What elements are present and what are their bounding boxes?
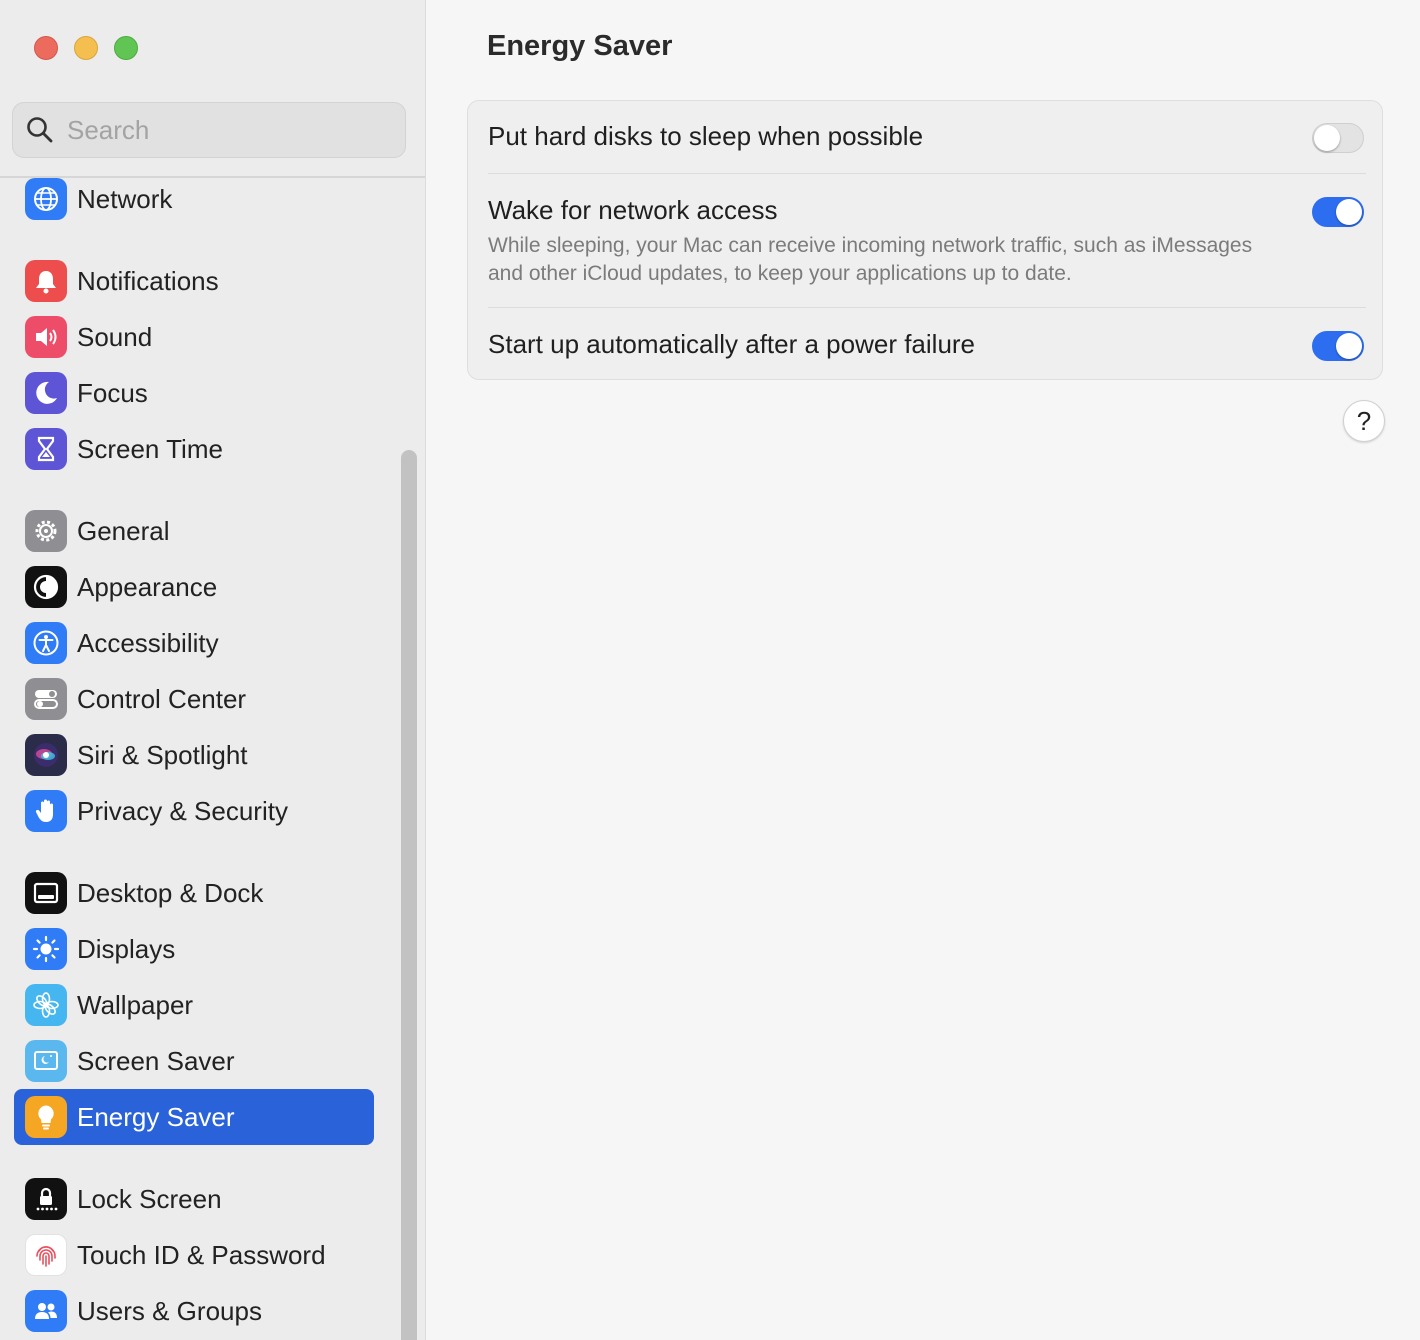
sidebar: Network Notifications Sound Focus Screen — [0, 0, 426, 1340]
sidebar-item-energy-saver[interactable]: Energy Saver — [14, 1089, 374, 1145]
auto-startup-toggle[interactable] — [1312, 331, 1364, 361]
sidebar-item-label: Wallpaper — [77, 989, 194, 1020]
hand-icon — [25, 790, 67, 832]
users-icon — [25, 1290, 67, 1332]
page-title: Energy Saver — [487, 30, 673, 62]
sidebar-item-label: Sound — [77, 321, 153, 352]
minimize-window-button[interactable] — [74, 36, 98, 60]
sidebar-item-users-groups[interactable]: Users & Groups — [14, 1283, 374, 1339]
toggle-knob — [1336, 199, 1362, 225]
search-input[interactable] — [67, 114, 367, 146]
screen-saver-icon — [25, 1040, 67, 1082]
flower-icon — [25, 984, 67, 1026]
switches-icon — [25, 678, 67, 720]
network-globe-icon — [25, 178, 67, 220]
sidebar-item-label: Energy Saver — [77, 1101, 235, 1132]
sidebar-item-appearance[interactable]: Appearance — [14, 559, 374, 615]
hard-disk-sleep-toggle[interactable] — [1312, 123, 1364, 153]
settings-panel: Put hard disks to sleep when possible Wa… — [467, 100, 1383, 380]
appearance-icon — [25, 566, 67, 608]
sidebar-item-focus[interactable]: Focus — [14, 365, 374, 421]
setting-description: While sleeping, your Mac can receive inc… — [488, 234, 1253, 285]
sidebar-item-label: Displays — [77, 933, 176, 964]
fingerprint-icon — [25, 1234, 67, 1276]
row-divider — [488, 307, 1366, 308]
sidebar-item-label: Appearance — [77, 571, 218, 602]
sidebar-item-label: General — [77, 515, 170, 546]
sidebar-item-wallpaper[interactable]: Wallpaper — [14, 977, 374, 1033]
setting-row-wake-network: Wake for network access While sleeping, … — [488, 195, 1364, 295]
sidebar-item-screen-saver[interactable]: Screen Saver — [14, 1033, 374, 1089]
sidebar-item-desktop-dock[interactable]: Desktop & Dock — [14, 865, 374, 921]
setting-label: Start up automatically after a power fai… — [488, 329, 976, 359]
moon-icon — [25, 372, 67, 414]
sidebar-item-touch-id-password[interactable]: Touch ID & Password — [14, 1227, 374, 1283]
help-button[interactable]: ? — [1343, 400, 1385, 442]
hourglass-icon — [25, 428, 67, 470]
sidebar-item-label: Accessibility — [77, 627, 219, 658]
sidebar-item-siri-spotlight[interactable]: Siri & Spotlight — [14, 727, 374, 783]
sidebar-item-label: Screen Saver — [77, 1045, 235, 1076]
sidebar-item-general[interactable]: General — [14, 503, 374, 559]
sidebar-item-label: Focus — [77, 377, 148, 408]
setting-label: Put hard disks to sleep when possible — [488, 121, 924, 151]
sidebar-item-label: Touch ID & Password — [77, 1239, 326, 1270]
gear-icon — [25, 510, 67, 552]
sun-icon — [25, 928, 67, 970]
siri-icon — [25, 734, 67, 776]
close-window-button[interactable] — [34, 36, 58, 60]
sidebar-item-label: Network — [77, 183, 173, 214]
sidebar-item-displays[interactable]: Displays — [14, 921, 374, 977]
sidebar-item-control-center[interactable]: Control Center — [14, 671, 374, 727]
sidebar-item-sound[interactable]: Sound — [14, 309, 374, 365]
lightbulb-icon — [25, 1096, 67, 1138]
sidebar-item-label: Lock Screen — [77, 1183, 222, 1214]
dock-icon — [25, 872, 67, 914]
main-content: Energy Saver Put hard disks to sleep whe… — [427, 0, 1420, 1340]
sidebar-item-accessibility[interactable]: Accessibility — [14, 615, 374, 671]
toggle-knob — [1336, 333, 1362, 359]
row-divider — [488, 173, 1366, 174]
lock-icon — [25, 1178, 67, 1220]
window-controls — [34, 36, 138, 60]
search-field[interactable] — [12, 102, 406, 158]
wake-network-toggle[interactable] — [1312, 197, 1364, 227]
sidebar-item-notifications[interactable]: Notifications — [14, 253, 374, 309]
sidebar-item-label: Privacy & Security — [77, 795, 288, 826]
accessibility-icon — [25, 622, 67, 664]
sidebar-item-label: Users & Groups — [77, 1295, 262, 1326]
sidebar-item-network[interactable]: Network — [14, 171, 374, 227]
sidebar-item-label: Notifications — [77, 265, 219, 296]
toggle-knob — [1314, 125, 1340, 151]
sidebar-item-screen-time[interactable]: Screen Time — [14, 421, 374, 477]
setting-label: Wake for network access — [488, 195, 778, 225]
sidebar-item-lock-screen[interactable]: Lock Screen — [14, 1171, 374, 1227]
sidebar-item-label: Control Center — [77, 683, 247, 714]
sidebar-item-label: Screen Time — [77, 433, 223, 464]
sidebar-item-label: Desktop & Dock — [77, 877, 264, 908]
zoom-window-button[interactable] — [114, 36, 138, 60]
setting-row-hard-disk-sleep: Put hard disks to sleep when possible — [488, 121, 1364, 155]
sidebar-item-label: Siri & Spotlight — [77, 739, 248, 770]
speaker-icon — [25, 316, 67, 358]
search-icon — [27, 117, 53, 143]
sidebar-item-privacy-security[interactable]: Privacy & Security — [14, 783, 374, 839]
bell-icon — [25, 260, 67, 302]
sidebar-scrollbar[interactable] — [401, 450, 417, 1340]
setting-row-auto-startup: Start up automatically after a power fai… — [488, 329, 1364, 363]
